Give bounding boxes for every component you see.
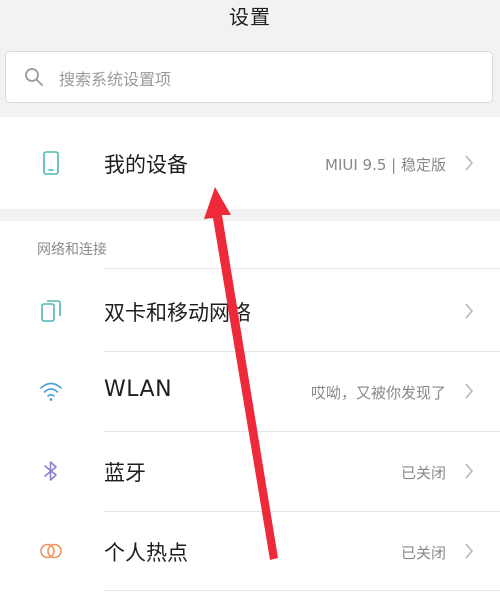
settings-screen: 设置 搜索系统设置项 我的设备 MIUI 9.5 | 稳定版 网络和连接 双卡和… [0, 0, 500, 597]
phone-icon [43, 151, 59, 175]
sidebar-item-wlan[interactable]: WLAN 哎呦，又被你发现了 [0, 351, 500, 431]
hotspot-icon [40, 543, 62, 559]
divider [104, 590, 500, 591]
my-device-label: 我的设备 [104, 153, 188, 177]
sidebar-item-bluetooth[interactable]: 蓝牙 已关闭 [0, 431, 500, 511]
device-card: 我的设备 MIUI 9.5 | 稳定版 [0, 117, 500, 209]
sidebar-item-dual-sim[interactable]: 双卡和移动网络 [0, 271, 500, 351]
my-device-row[interactable]: 我的设备 MIUI 9.5 | 稳定版 [0, 123, 500, 203]
wifi-icon [40, 382, 62, 401]
sidebar-item-hotspot[interactable]: 个人热点 已关闭 [0, 511, 500, 591]
wlan-value: 哎呦，又被你发现了 [310, 384, 446, 402]
dual-sim-label: 双卡和移动网络 [104, 301, 251, 325]
bluetooth-label: 蓝牙 [104, 461, 146, 485]
dual-sim-icon [41, 300, 61, 322]
page-title: 设置 [229, 5, 271, 29]
network-section: 网络和连接 双卡和移动网络 WLAN 哎呦，又被你发现了 蓝牙 已关闭 个人热点… [0, 221, 500, 597]
search-placeholder: 搜索系统设置项 [59, 70, 172, 89]
search-input[interactable]: 搜索系统设置项 [5, 51, 493, 103]
bluetooth-value: 已关闭 [400, 464, 446, 482]
title-bar: 设置 [0, 0, 500, 38]
chevron-right-icon [465, 543, 474, 559]
search-icon [25, 68, 43, 86]
section-header-network: 网络和连接 [37, 242, 107, 258]
chevron-right-icon [465, 383, 474, 399]
wlan-label: WLAN [104, 377, 173, 402]
chevron-right-icon [465, 303, 474, 319]
chevron-right-icon [465, 155, 474, 171]
chevron-right-icon [465, 463, 474, 479]
hotspot-value: 已关闭 [400, 544, 446, 562]
divider [104, 268, 500, 269]
my-device-value: MIUI 9.5 | 稳定版 [325, 156, 446, 174]
hotspot-label: 个人热点 [104, 541, 188, 565]
bluetooth-icon [44, 461, 57, 481]
